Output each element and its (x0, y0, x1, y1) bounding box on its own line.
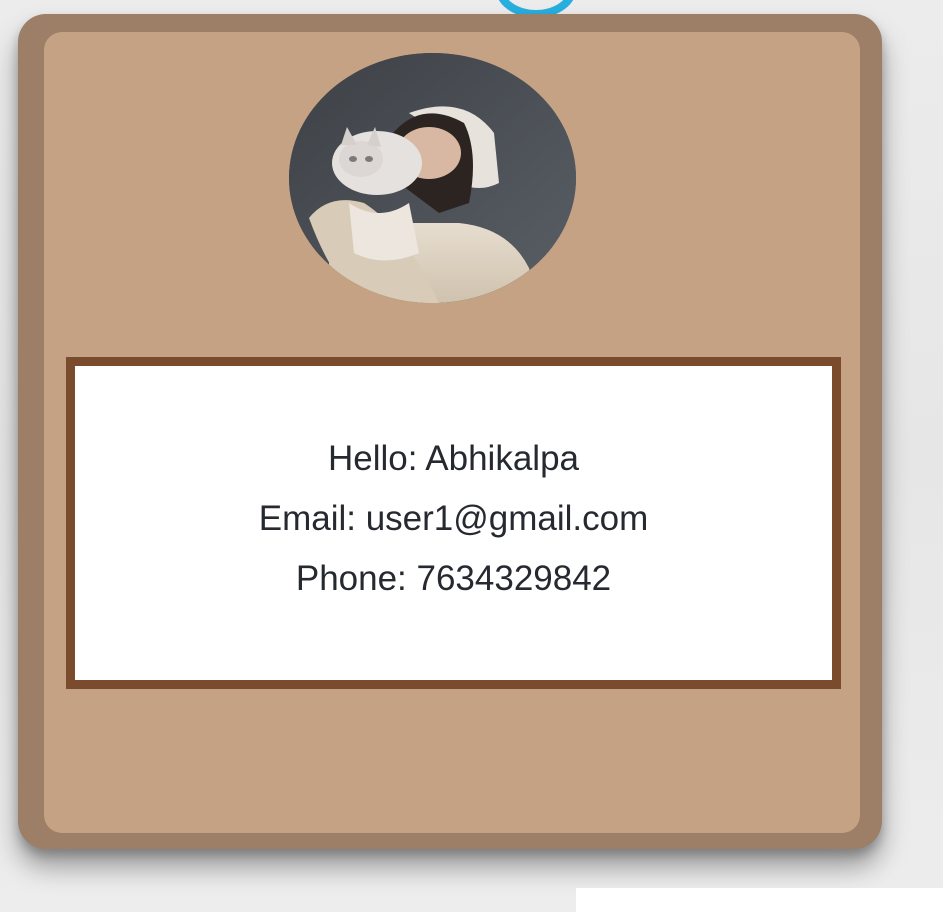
profile-card-body: Hello: Abhikalpa Email: user1@gmail.com … (44, 32, 860, 833)
page-footer-strip (576, 888, 943, 912)
profile-card: Hello: Abhikalpa Email: user1@gmail.com … (18, 14, 882, 849)
greeting-text: Hello: Abhikalpa (328, 439, 579, 478)
page: Hello: Abhikalpa Email: user1@gmail.com … (0, 0, 943, 912)
avatar-photo-icon (289, 53, 576, 303)
profile-info-box: Hello: Abhikalpa Email: user1@gmail.com … (66, 357, 841, 689)
profile-avatar (289, 53, 576, 303)
phone-text: Phone: 7634329842 (295, 559, 612, 598)
email-text: Email: user1@gmail.com (258, 499, 649, 538)
